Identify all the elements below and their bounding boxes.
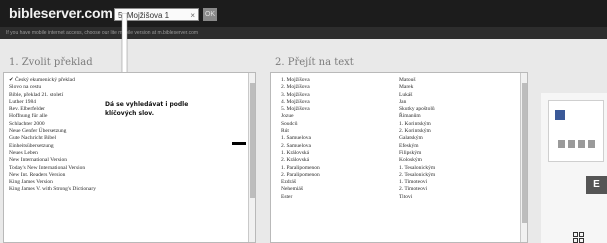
book-item[interactable]: 1. Tesalonickým (399, 165, 435, 172)
clear-icon[interactable]: × (190, 9, 195, 22)
book-item[interactable]: 3. Mojžíšova (281, 92, 320, 99)
facebook-icon (555, 110, 565, 120)
book-item[interactable]: Římanům (399, 113, 435, 120)
avatar (578, 140, 585, 148)
old-testament-list: 1. Mojžíšova 2. Mojžíšova 3. Mojžíšova 4. M… (281, 77, 320, 201)
translation-item[interactable]: Neue Genfer Übersetzung (9, 128, 96, 135)
dash-marker (232, 142, 246, 145)
book-item[interactable]: Jozue (281, 113, 320, 120)
books-panel: 1. Mojžíšova 2. Mojžíšova 3. Mojžíšova 4. M… (270, 72, 528, 243)
translation-list: ✔ Český ekumenický překlad Slovo na cestu… (9, 77, 96, 194)
book-item[interactable]: Soudců (281, 121, 320, 128)
new-testament-list: Matouš Marek Lukáš Jan Skutky apoštolů Římanů… (399, 77, 435, 201)
avatar (588, 140, 595, 148)
book-item[interactable]: 2. Samuelova (281, 143, 320, 150)
book-item[interactable]: 2. Timoteovi (399, 186, 435, 193)
book-item[interactable]: 2. Paralipomenon (281, 172, 320, 179)
book-item[interactable]: Matouš (399, 77, 435, 84)
scroll-thumb[interactable] (522, 83, 527, 223)
ok-button[interactable]: OK (203, 8, 217, 21)
e-logo-icon: E (586, 176, 607, 194)
translation-list-panel: ✔ Český ekumenický překlad Slovo na cestu… (3, 72, 256, 243)
scroll-thumb[interactable] (250, 83, 255, 198)
book-item[interactable]: Nehemiáš (281, 186, 320, 193)
book-item[interactable]: Koloským (399, 157, 435, 164)
translation-item[interactable]: King James V. with Strong's Dictionary (9, 186, 96, 193)
book-item[interactable]: 1. Mojžíšova (281, 77, 320, 84)
avatar (568, 140, 575, 148)
book-item[interactable]: 2. Královská (281, 157, 320, 164)
book-item[interactable]: Marek (399, 84, 435, 91)
book-item[interactable]: Filipským (399, 150, 435, 157)
translation-item[interactable]: Bible, překlad 21. století (9, 92, 96, 99)
translation-item[interactable]: Neues Leben (9, 150, 96, 157)
translation-item[interactable]: Hoffnung für alle (9, 113, 96, 120)
translation-item[interactable]: Einheitsübersetzung (9, 143, 96, 150)
text-heading: 2. Přejít na text (275, 57, 354, 68)
book-item[interactable]: 2. Mojžíšova (281, 84, 320, 91)
translation-scrollbar[interactable] (248, 73, 255, 242)
mobile-notice: If you have mobile internet access, choo… (0, 27, 607, 39)
translation-heading: 1. Zvolit překlad (9, 57, 93, 68)
book-item[interactable]: Lukáš (399, 92, 435, 99)
tooltip-text: Dá se vyhledávat i podle klíčových slov. (105, 101, 189, 117)
book-item[interactable]: 1. Samuelova (281, 135, 320, 142)
book-item[interactable]: 5. Mojžíšova (281, 106, 320, 113)
translation-item[interactable]: Slovo na cestu (9, 84, 96, 91)
grid-icon (573, 232, 584, 243)
book-item[interactable]: 2. Korintským (399, 128, 435, 135)
books-scrollbar[interactable] (520, 73, 527, 242)
translation-item[interactable]: Today's New International Version (9, 165, 96, 172)
book-item[interactable]: Titovi (399, 194, 435, 201)
translation-item[interactable]: Gute Nachricht Bibel (9, 135, 96, 142)
logo[interactable]: bibleserver.com (9, 5, 113, 21)
translation-item[interactable]: New Int. Readers Version (9, 172, 96, 179)
book-item[interactable]: 4. Mojžíšova (281, 99, 320, 106)
translation-item[interactable]: ✔ Český ekumenický překlad (9, 77, 96, 84)
book-item[interactable]: Ezdráš (281, 179, 320, 186)
book-item[interactable]: 1. Korintským (399, 121, 435, 128)
book-item[interactable]: Ester (281, 194, 320, 201)
translation-item[interactable]: Schlachter 2000 (9, 121, 96, 128)
book-item[interactable]: 1. Paralipomenon (281, 165, 320, 172)
book-item[interactable]: 1. Timoteovi (399, 179, 435, 186)
book-item[interactable]: 2. Tesalonickým (399, 172, 435, 179)
avatar (558, 140, 565, 148)
translation-item[interactable]: King James Version (9, 179, 96, 186)
book-item[interactable]: Galatským (399, 135, 435, 142)
book-item[interactable]: Efeským (399, 143, 435, 150)
translation-item[interactable]: New International Version (9, 157, 96, 164)
top-bar: bibleserver.com 5. Mojžišova 1 × OK (0, 0, 607, 27)
book-item[interactable]: Rút (281, 128, 320, 135)
book-item[interactable]: 1. Královská (281, 150, 320, 157)
